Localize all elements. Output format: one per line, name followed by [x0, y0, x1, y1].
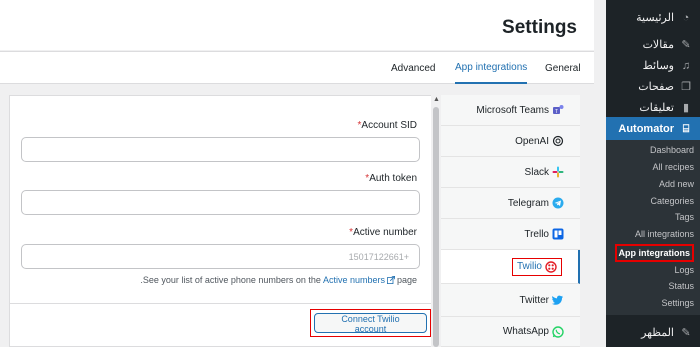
- help-text: .See your list of active phone numbers o…: [140, 275, 417, 285]
- submenu-dashboard[interactable]: Dashboard: [606, 142, 700, 158]
- sidebar-item-dashboard[interactable]: الرئيسية ◔: [606, 7, 700, 28]
- sidebar-item-label: الرئيسية: [636, 12, 674, 24]
- telegram-icon: [552, 197, 564, 209]
- active-numbers-link[interactable]: Active numbers: [323, 275, 385, 285]
- sidebar-item-label: تعليقات: [639, 102, 674, 114]
- scroll-up-icon[interactable]: ▲: [433, 96, 440, 103]
- panel-footer: Connect Twilio account: [10, 303, 431, 346]
- sidebar-item-appearance[interactable]: المظهر ✎: [606, 322, 700, 343]
- submenu-app-integrations[interactable]: App integrations: [606, 243, 700, 263]
- submenu-add-new[interactable]: Add new: [606, 176, 700, 192]
- dashboard-icon: ◔: [682, 11, 690, 24]
- submenu-all-recipes[interactable]: All recipes: [606, 159, 700, 175]
- media-icon: ♫: [681, 59, 691, 72]
- pin-icon: ✎: [681, 38, 691, 51]
- submenu-categories[interactable]: Categories: [606, 193, 700, 209]
- highlight-box: Connect Twilio account: [310, 309, 431, 337]
- comments-icon: ▮: [682, 101, 690, 114]
- pages-icon: ❐: [681, 80, 691, 93]
- highlight-box: Twilio: [511, 257, 562, 276]
- main-content: Settings General App integrations Advanc…: [0, 0, 606, 347]
- sidebar-item-posts[interactable]: مقالات ✎: [606, 34, 700, 55]
- automator-icon: ⌸: [682, 122, 690, 135]
- sidebar-item-label: Automator: [618, 122, 674, 135]
- scrollbar-thumb[interactable]: [433, 107, 439, 347]
- tab-advanced[interactable]: Advanced: [391, 52, 435, 84]
- submenu-logs[interactable]: Logs: [606, 262, 700, 278]
- integration-openai[interactable]: OpenAI: [441, 126, 580, 157]
- submenu-status[interactable]: Status: [606, 278, 700, 294]
- sidebar-item-label: صفحات: [638, 81, 674, 93]
- integration-trello[interactable]: Trello: [441, 219, 580, 250]
- tab-app-integrations[interactable]: App integrations: [455, 52, 528, 84]
- submenu-tags[interactable]: Tags: [606, 209, 700, 225]
- connect-twilio-button[interactable]: Connect Twilio account: [314, 313, 427, 334]
- submenu-settings[interactable]: Settings: [606, 295, 700, 311]
- auth-token-input[interactable]: [21, 190, 420, 215]
- integration-whatsapp[interactable]: WhatsApp: [441, 317, 580, 347]
- slack-icon: [552, 166, 564, 178]
- appearance-icon: ✎: [681, 326, 691, 339]
- twilio-settings-panel: *Account SID *Auth token *Active number …: [9, 95, 432, 347]
- settings-tabs: General App integrations Advanced: [0, 51, 594, 84]
- active-number-input[interactable]: [21, 244, 420, 269]
- admin-sidebar: الرئيسية ◔ مقالات ✎ وسائط ♫ صفحات ❐ تعلي…: [606, 0, 700, 347]
- sidebar-item-pages[interactable]: صفحات ❐: [606, 76, 700, 97]
- sidebar-item-label: مقالات: [642, 39, 674, 51]
- highlight-box: App integrations: [614, 244, 694, 262]
- whatsapp-icon: [552, 325, 564, 338]
- integration-slack[interactable]: Slack: [441, 157, 580, 188]
- account-sid-label: *Account SID: [357, 120, 418, 131]
- integration-microsoft-teams[interactable]: Microsoft Teams T: [441, 95, 580, 126]
- page-header: Settings: [0, 0, 594, 50]
- sidebar-item-label: وسائط: [642, 60, 674, 72]
- automator-submenu: Dashboard All recipes Add new Categories…: [606, 140, 700, 315]
- sidebar-item-comments[interactable]: تعليقات ▮: [606, 97, 700, 118]
- active-number-label: *Active number: [349, 227, 417, 238]
- sidebar-item-automator[interactable]: Automator ⌸: [606, 117, 700, 140]
- submenu-all-integrations[interactable]: All integrations: [606, 226, 700, 242]
- auth-token-label: *Auth token: [365, 173, 417, 184]
- sidebar-item-label: المظهر: [641, 327, 674, 339]
- twitter-icon: [552, 295, 563, 305]
- integration-twitter[interactable]: Twitter: [441, 284, 580, 317]
- integrations-list: Microsoft Teams T OpenAI Slack Telegram …: [441, 95, 580, 347]
- integration-twilio[interactable]: Twilio: [441, 250, 580, 284]
- account-sid-input[interactable]: [21, 137, 420, 162]
- teams-icon: T: [553, 105, 564, 115]
- tab-general[interactable]: General: [545, 52, 581, 84]
- integration-telegram[interactable]: Telegram: [441, 188, 580, 219]
- scrollbar[interactable]: ▲: [431, 95, 441, 347]
- sidebar-item-media[interactable]: وسائط ♫: [606, 55, 700, 76]
- trello-icon: [552, 228, 564, 240]
- openai-icon: [552, 135, 564, 147]
- twilio-icon: [545, 260, 557, 273]
- page-title: Settings: [502, 17, 577, 38]
- svg-text:T: T: [555, 109, 558, 115]
- external-link-icon: [386, 276, 395, 284]
